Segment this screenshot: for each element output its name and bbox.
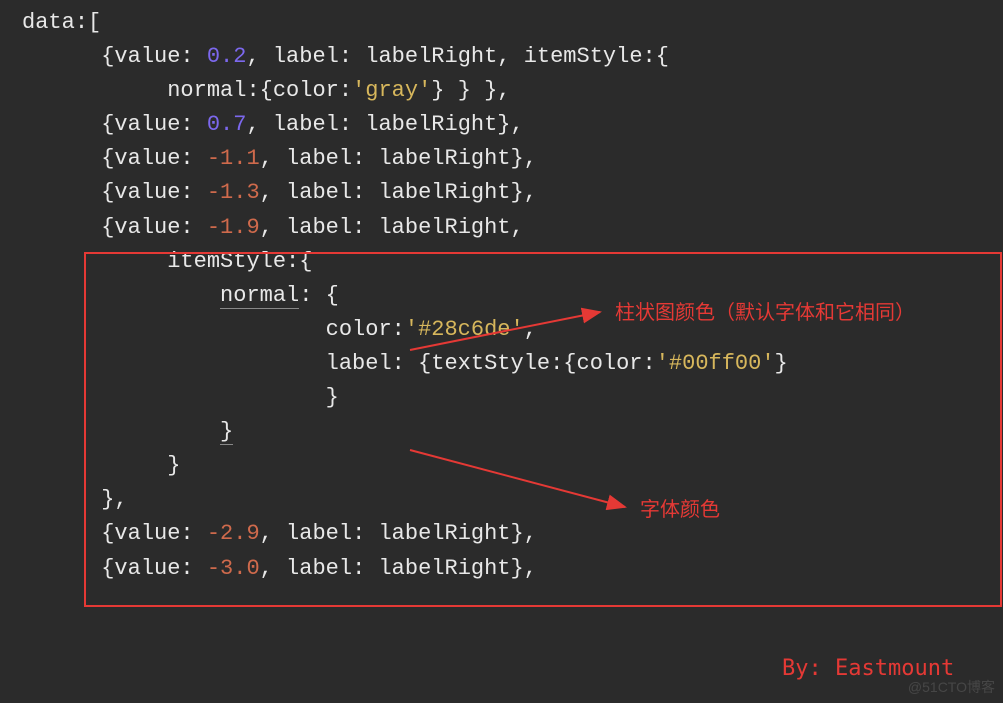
watermark: @51CTO博客 [908,677,995,699]
annotation-font-color: 字体颜色 [640,495,720,526]
arrow-font-color [400,442,650,522]
annotation-bar-color: 柱状图颜色（默认字体和它相同） [615,298,915,329]
arrow-bar-color [400,300,620,360]
